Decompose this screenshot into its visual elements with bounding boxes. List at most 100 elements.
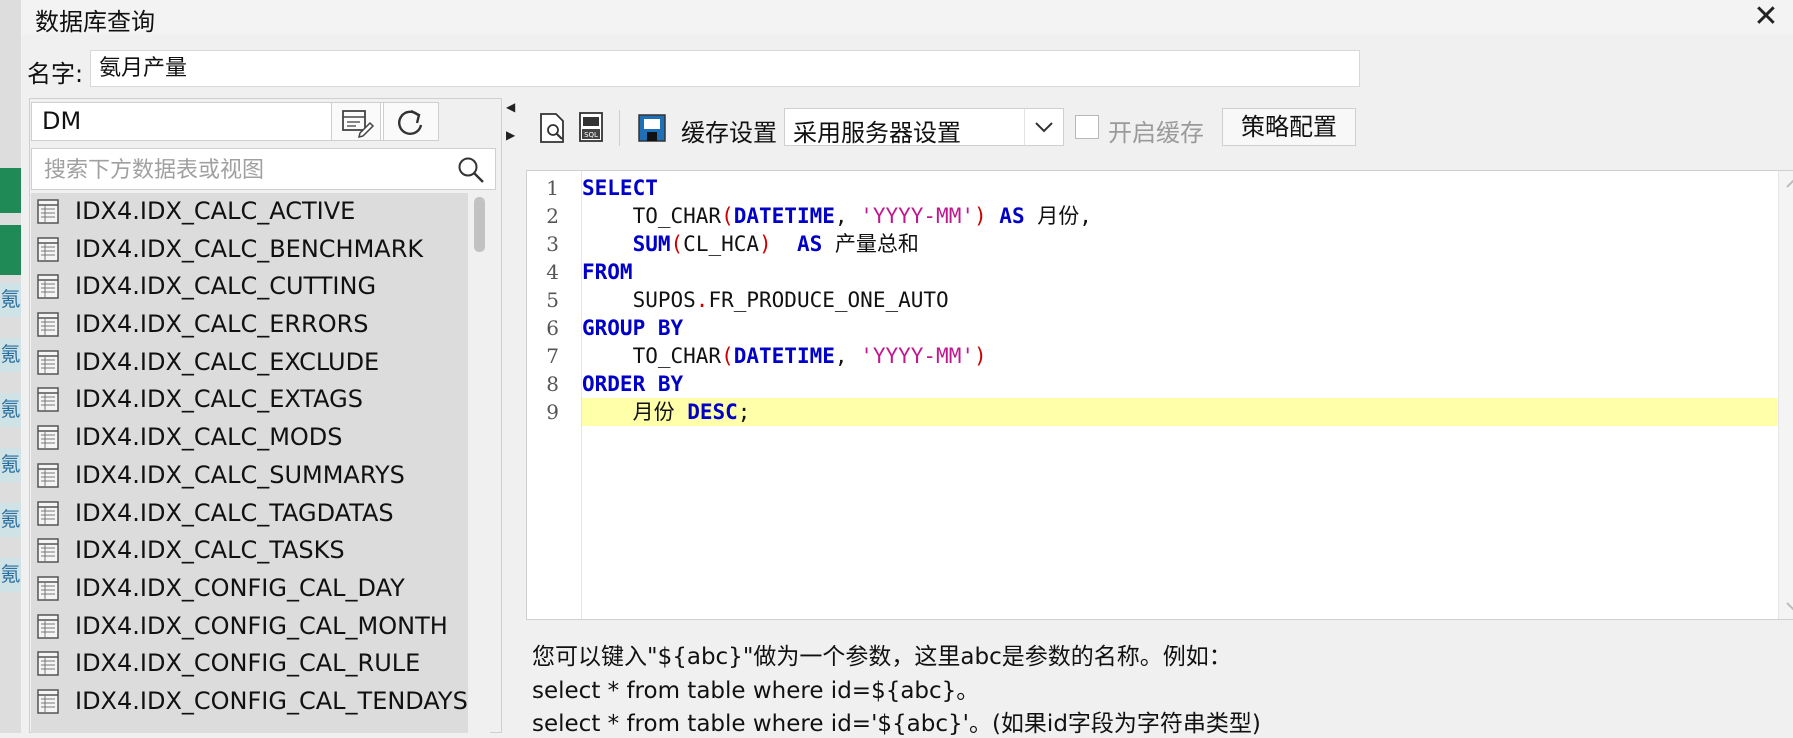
table-list-item[interactable]: IDX4.IDX_CALC_MODS xyxy=(31,419,468,457)
name-input[interactable]: 氨月产量 xyxy=(90,50,1360,87)
table-search-input[interactable] xyxy=(42,154,426,186)
sql-token: 月份 xyxy=(582,400,688,424)
cache-mode-select[interactable]: 采用服务器设置 xyxy=(784,108,1064,147)
table-list-item[interactable]: IDX4.IDX_CALC_EXTAGS xyxy=(31,381,468,419)
table-name: IDX4.IDX_CALC_SUMMARYS xyxy=(75,460,405,489)
table-list-item[interactable]: IDX4.IDX_CALC_CUTTING xyxy=(31,268,468,306)
sql-string: 'YYYY-MM' xyxy=(860,344,974,368)
database-query-dialog: 数据库查询 ✕ 名字: 氨月产量 DM ◀ ▶ 搜索下方数据表或视图 IDX4.… xyxy=(21,0,1793,737)
scrollbar-thumb[interactable] xyxy=(474,197,485,252)
hint-line-1: 您可以键入"${abc}"做为一个参数，这里abc是参数的名称。例如： xyxy=(532,644,1232,670)
collapse-left-icon: ◀ xyxy=(506,100,516,114)
sql-string: 'YYYY-MM' xyxy=(860,204,974,228)
table-name: IDX4.IDX_CALC_ERRORS xyxy=(75,310,369,339)
table-icon xyxy=(37,199,59,224)
code-line[interactable]: ORDER BY xyxy=(582,370,1777,398)
table-icon xyxy=(37,576,59,601)
cache-settings-icon xyxy=(638,114,666,142)
hint-line-2: select * from table where id=${abc}。 xyxy=(532,678,980,704)
table-list-item[interactable]: IDX4.IDX_CALC_TASKS xyxy=(31,532,468,570)
line-number: 7 xyxy=(546,344,559,368)
sql-token: FR_PRODUCE_ONE_AUTO xyxy=(708,288,949,312)
sql-keyword: AS xyxy=(796,232,823,256)
cache-mode-value: 采用服务器设置 xyxy=(793,119,961,147)
line-number: 4 xyxy=(546,260,559,284)
scroll-up-icon xyxy=(1786,179,1793,188)
editor-scrollbar[interactable] xyxy=(1778,171,1793,619)
sql-keyword: SUM xyxy=(632,232,671,256)
sql-token: ( xyxy=(721,204,734,228)
save-sql-button[interactable]: SQL xyxy=(574,110,610,146)
chevron-down-icon[interactable] xyxy=(1024,109,1063,145)
sql-keyword: DESC xyxy=(687,400,738,424)
table-icon xyxy=(37,689,59,714)
table-icon xyxy=(37,613,59,639)
table-list[interactable]: IDX4.IDX_CALC_ACTIVE IDX4.IDX_CALC_BENCHM… xyxy=(31,193,468,733)
table-list-item[interactable]: IDX4.IDX_CONFIG_CAL_RULE xyxy=(31,645,468,683)
code-line[interactable]: 月份 DESC; xyxy=(582,398,1777,426)
table-icon xyxy=(37,236,59,262)
sql-token: 产量总和 xyxy=(822,232,919,256)
sql-keyword: SELECT xyxy=(582,176,658,200)
search-icon[interactable] xyxy=(457,156,485,184)
table-list-scrollbar[interactable] xyxy=(468,193,490,733)
table-name: IDX4.IDX_CALC_TASKS xyxy=(75,536,345,565)
table-icon xyxy=(37,274,59,300)
sql-token: SUPOS xyxy=(582,288,696,312)
name-label: 名字: xyxy=(27,60,84,88)
table-list-item[interactable]: IDX4.IDX_CALC_ERRORS xyxy=(31,306,468,344)
table-name: IDX4.IDX_CONFIG_CAL_DAY xyxy=(75,573,405,602)
table-name: IDX4.IDX_CONFIG_CAL_RULE xyxy=(75,649,421,678)
cache-icon-button[interactable] xyxy=(634,110,670,146)
table-name: IDX4.IDX_CALC_BENCHMARK xyxy=(75,234,424,263)
table-list-item[interactable]: IDX4.IDX_CONFIG_CAL_DAY xyxy=(31,570,468,608)
sql-keyword: ORDER BY xyxy=(582,372,684,396)
sql-edit-button[interactable] xyxy=(331,102,381,141)
table-list-item[interactable]: IDX4.IDX_CONFIG_CAL_MONTH xyxy=(31,608,468,646)
enable-cache-label: 开启缓存 xyxy=(1108,119,1204,147)
line-number: 9 xyxy=(546,400,559,424)
sql-token: ( xyxy=(721,344,734,368)
close-icon[interactable]: ✕ xyxy=(1746,0,1786,34)
code-line[interactable]: TO_CHAR(DATETIME, 'YYYY-MM') xyxy=(582,342,1777,370)
sql-edit-icon xyxy=(342,110,375,139)
line-number: 2 xyxy=(546,204,559,228)
sql-token: ; xyxy=(737,400,751,424)
svg-text:SQL: SQL xyxy=(584,131,598,139)
table-list-item[interactable]: IDX4.IDX_CALC_EXCLUDE xyxy=(31,344,468,382)
preview-button[interactable] xyxy=(536,110,572,146)
line-number-gutter: 1 2 3 4 5 6 7 8 9 xyxy=(527,171,582,619)
collapse-splitter[interactable]: ◀ ▶ xyxy=(506,100,516,150)
table-name: IDX4.IDX_CALC_EXTAGS xyxy=(75,385,364,414)
table-name: IDX4.IDX_CONFIG_CAL_MONTH xyxy=(75,611,448,640)
table-name: IDX4.IDX_CALC_TAGDATAS xyxy=(75,498,394,527)
line-number: 6 xyxy=(546,316,559,340)
refresh-button[interactable] xyxy=(383,102,439,141)
database-select-value: DM xyxy=(42,107,82,135)
strategy-config-button[interactable]: 策略配置 xyxy=(1222,108,1356,146)
line-number: 8 xyxy=(546,372,559,396)
code-line[interactable]: SELECT xyxy=(582,174,1777,202)
toolbar-divider xyxy=(619,110,620,146)
table-icon xyxy=(37,425,59,450)
code-line[interactable]: SUPOS.FR_PRODUCE_ONE_AUTO xyxy=(582,286,1777,314)
table-list-item[interactable]: IDX4.IDX_CALC_BENCHMARK xyxy=(31,231,468,269)
sql-editor[interactable]: 123456789 SELECT TO_CHAR(DATETIME, 'YYYY… xyxy=(526,170,1793,620)
table-list-item[interactable]: IDX4.IDX_CALC_ACTIVE xyxy=(31,193,468,231)
table-icon xyxy=(37,312,59,337)
code-line[interactable]: GROUP BY xyxy=(582,314,1777,342)
table-search-box[interactable] xyxy=(31,148,496,190)
table-list-item[interactable]: IDX4.IDX_CALC_SUMMARYS xyxy=(31,457,468,495)
table-name: IDX4.IDX_CALC_CUTTING xyxy=(75,272,377,301)
code-line[interactable]: SUM(CL_HCA) AS 产量总和 xyxy=(582,230,1777,258)
table-list-item[interactable]: IDX4.IDX_CALC_TAGDATAS xyxy=(31,495,468,533)
enable-cache-checkbox[interactable] xyxy=(1075,115,1099,139)
table-list-item[interactable]: IDX4.IDX_CONFIG_CAL_TENDAYS xyxy=(31,683,468,721)
table-icon xyxy=(37,538,59,563)
code-line[interactable]: TO_CHAR(DATETIME, 'YYYY-MM') AS 月份, xyxy=(582,202,1777,230)
document-preview-icon xyxy=(540,113,564,143)
sql-token: ) xyxy=(973,204,987,228)
code-line[interactable]: FROM xyxy=(582,258,1777,286)
sql-token: , xyxy=(834,344,861,368)
